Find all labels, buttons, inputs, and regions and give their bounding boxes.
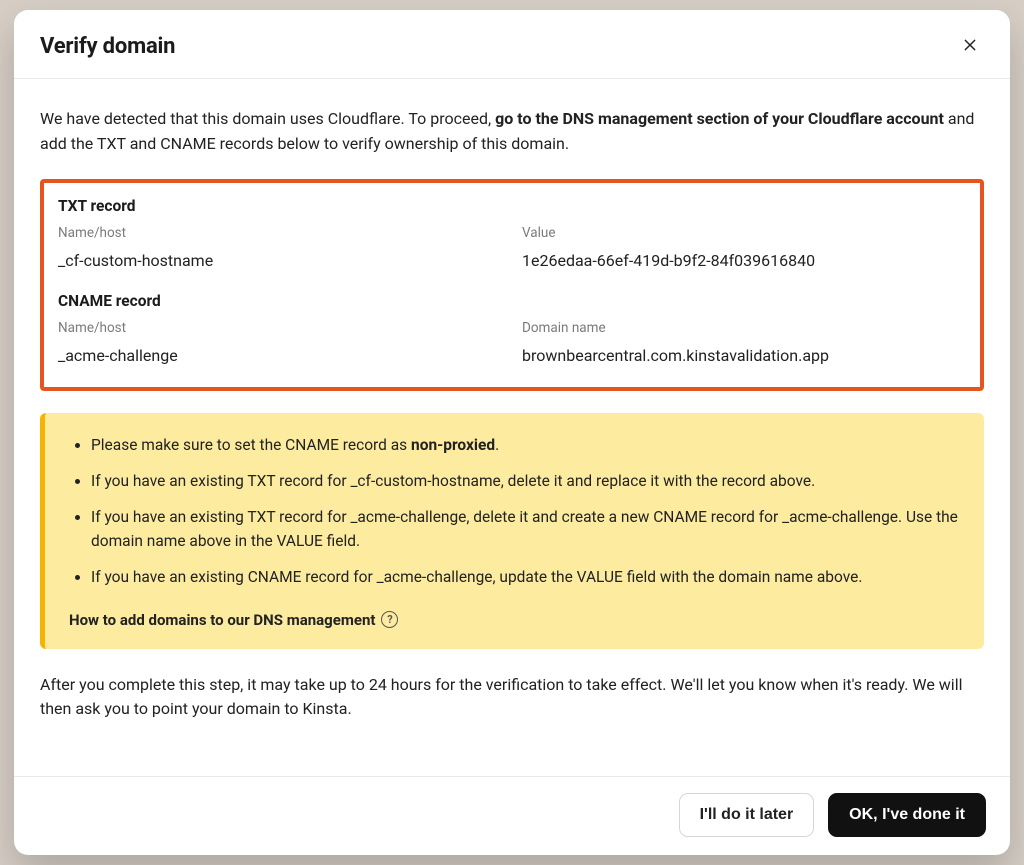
dns-records-box: TXT record Name/host _cf-custom-hostname… xyxy=(40,179,984,391)
modal-header: Verify domain xyxy=(14,10,1010,79)
after-text: After you complete this step, it may tak… xyxy=(40,673,984,743)
help-icon: ? xyxy=(381,611,398,628)
cname-name-value: _acme-challenge xyxy=(58,346,502,365)
modal-body: We have detected that this domain uses C… xyxy=(14,79,1010,776)
close-button[interactable] xyxy=(956,32,984,60)
close-icon xyxy=(962,37,978,56)
intro-text: We have detected that this domain uses C… xyxy=(40,107,984,157)
warning-item: If you have an existing TXT record for _… xyxy=(91,505,964,553)
cname-record-block: CNAME record Name/host _acme-challenge D… xyxy=(58,292,966,365)
cname-record-title: CNAME record xyxy=(58,292,966,310)
warning-list: Please make sure to set the CNAME record… xyxy=(69,433,964,589)
modal-title: Verify domain xyxy=(40,34,175,59)
txt-value-label: Value xyxy=(522,225,966,241)
intro-pre: We have detected that this domain uses C… xyxy=(40,109,495,128)
help-link[interactable]: How to add domains to our DNS management… xyxy=(69,611,398,629)
modal-footer: I'll do it later OK, I've done it xyxy=(14,776,1010,855)
cname-value-value: brownbearcentral.com.kinstavalidation.ap… xyxy=(522,346,966,365)
warning-box: Please make sure to set the CNAME record… xyxy=(40,413,984,649)
cname-name-label: Name/host xyxy=(58,320,502,336)
txt-record-block: TXT record Name/host _cf-custom-hostname… xyxy=(58,197,966,270)
verify-domain-modal: Verify domain We have detected that this… xyxy=(14,10,1010,855)
cname-value-label: Domain name xyxy=(522,320,966,336)
warning-item: If you have an existing TXT record for _… xyxy=(91,469,964,493)
txt-name-value: _cf-custom-hostname xyxy=(58,251,502,270)
txt-record-title: TXT record xyxy=(58,197,966,215)
warning-item: Please make sure to set the CNAME record… xyxy=(91,433,964,457)
intro-bold: go to the DNS management section of your… xyxy=(495,109,944,128)
help-link-label: How to add domains to our DNS management xyxy=(69,611,375,629)
warning-item: If you have an existing CNAME record for… xyxy=(91,565,964,589)
txt-name-label: Name/host xyxy=(58,225,502,241)
later-button[interactable]: I'll do it later xyxy=(679,793,815,837)
txt-value-value: 1e26edaa-66ef-419d-b9f2-84f039616840 xyxy=(522,251,966,270)
done-button[interactable]: OK, I've done it xyxy=(828,793,986,837)
